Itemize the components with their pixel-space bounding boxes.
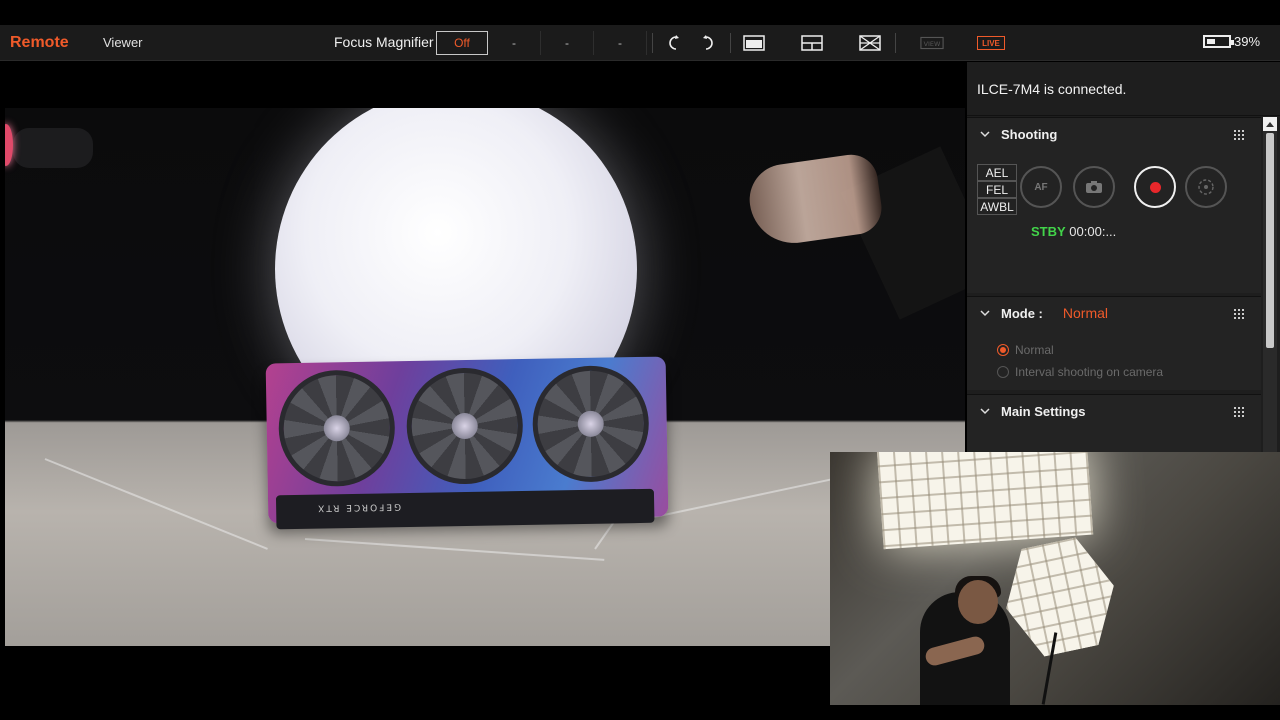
radio-selected-icon[interactable]	[997, 344, 1009, 356]
af-label: AF	[1034, 181, 1048, 193]
awbl-button[interactable]: AWBL	[977, 198, 1017, 215]
toolbar-divider	[652, 33, 653, 53]
chevron-down-icon[interactable]	[979, 128, 991, 140]
lock-buttons: AEL FEL AWBL	[977, 164, 1017, 215]
shutter-button[interactable]	[1073, 166, 1115, 208]
mode-section: Mode : Normal Normal Interval shooting o…	[967, 296, 1261, 390]
softbox-image	[995, 532, 1125, 662]
mode-title: Mode :	[1001, 305, 1043, 321]
scroll-thumb[interactable]	[1266, 133, 1274, 348]
scroll-up-arrow-icon[interactable]	[1263, 117, 1277, 131]
card-shroud: GEFORCE RTX	[275, 488, 655, 530]
marble-vein	[644, 476, 841, 520]
shooting-header[interactable]: Shooting	[967, 118, 1261, 150]
shooting-title: Shooting	[1001, 126, 1058, 142]
record-button[interactable]	[1134, 166, 1176, 208]
drag-handle-icon[interactable]	[1233, 406, 1245, 418]
red-light-image	[5, 124, 13, 166]
battery-percent: 39%	[1234, 34, 1261, 49]
live-view[interactable]: GEFORCE RTX	[5, 108, 965, 646]
head-image	[958, 580, 998, 624]
app-title: Remote	[10, 33, 69, 51]
live-badge: LIVE	[977, 36, 1005, 50]
focus-magnifier-slot-1[interactable]: -	[488, 31, 541, 55]
panel-scrollbar[interactable]	[1263, 117, 1277, 452]
chevron-down-icon[interactable]	[979, 405, 991, 417]
mode-option-normal[interactable]: Normal	[997, 343, 1054, 357]
mode-option-label: Normal	[1015, 343, 1054, 357]
graphics-card-image: GEFORCE RTX	[265, 356, 669, 530]
marble-vein	[304, 538, 605, 561]
mode-value: Normal	[1062, 305, 1109, 321]
main-settings-section: Main Settings	[967, 394, 1261, 452]
single-view-icon[interactable]	[742, 32, 766, 54]
toolbar-divider	[730, 33, 731, 53]
battery-icon	[1203, 35, 1234, 48]
record-status: STBY 00:00:...	[1031, 224, 1116, 239]
s-and-q-button[interactable]	[1185, 166, 1227, 208]
focus-magnifier-label: Focus Magnifier	[334, 34, 434, 50]
af-button[interactable]: AF	[1020, 166, 1062, 208]
main-settings-header[interactable]: Main Settings	[967, 395, 1261, 427]
dial-icon	[1198, 179, 1214, 195]
main-settings-title: Main Settings	[1001, 403, 1086, 419]
fan-image	[405, 367, 524, 486]
grid-overlay-icon[interactable]	[858, 32, 882, 54]
right-panel: ILCE-7M4 is connected. Shooting AEL FEL …	[967, 62, 1280, 452]
camera-icon	[1086, 181, 1102, 193]
ael-button[interactable]: AEL	[977, 164, 1017, 181]
softbox-image	[876, 452, 1094, 550]
battery-indicator: 39%	[1203, 34, 1260, 49]
fan-image	[531, 364, 650, 483]
timecode: 00:00:...	[1069, 224, 1117, 239]
rotate-right-icon[interactable]	[696, 32, 720, 54]
shooting-section: Shooting AEL FEL AWBL AF STBY 00:00:...	[967, 117, 1261, 293]
rotate-left-icon[interactable]	[662, 32, 686, 54]
chevron-down-icon[interactable]	[979, 307, 991, 319]
toolbar-divider	[895, 33, 896, 53]
drag-handle-icon[interactable]	[1233, 308, 1245, 320]
mode-option-label: Interval shooting on camera	[1015, 365, 1164, 379]
tab-viewer[interactable]: Viewer	[103, 35, 143, 50]
mode-header[interactable]: Mode : Normal	[967, 297, 1261, 329]
fan-image	[277, 369, 396, 488]
record-icon	[1149, 181, 1161, 193]
split-view-icon[interactable]	[800, 32, 824, 54]
marble-vein	[44, 458, 268, 550]
top-toolbar: Remote Viewer Focus Magnifier Off - - - …	[0, 25, 1280, 61]
drag-handle-icon[interactable]	[1233, 129, 1245, 141]
connection-status: ILCE-7M4 is connected.	[967, 62, 1280, 116]
stby-label: STBY	[1031, 224, 1066, 239]
focus-magnifier-slot-2[interactable]: -	[541, 31, 594, 55]
radio-icon[interactable]	[997, 366, 1009, 378]
svg-text:VIEW: VIEW	[924, 40, 941, 48]
fel-button[interactable]: FEL	[977, 181, 1017, 198]
mode-option-interval[interactable]: Interval shooting on camera	[997, 365, 1163, 379]
focus-magnifier-off-button[interactable]: Off	[436, 31, 488, 55]
view-mode-icon[interactable]: VIEW	[920, 32, 944, 54]
gpu-label: GEFORCE RTX	[316, 501, 402, 513]
webcam-overlay	[830, 452, 1280, 705]
lamp-image	[13, 128, 93, 168]
focus-magnifier-slot-3[interactable]: -	[594, 31, 647, 55]
